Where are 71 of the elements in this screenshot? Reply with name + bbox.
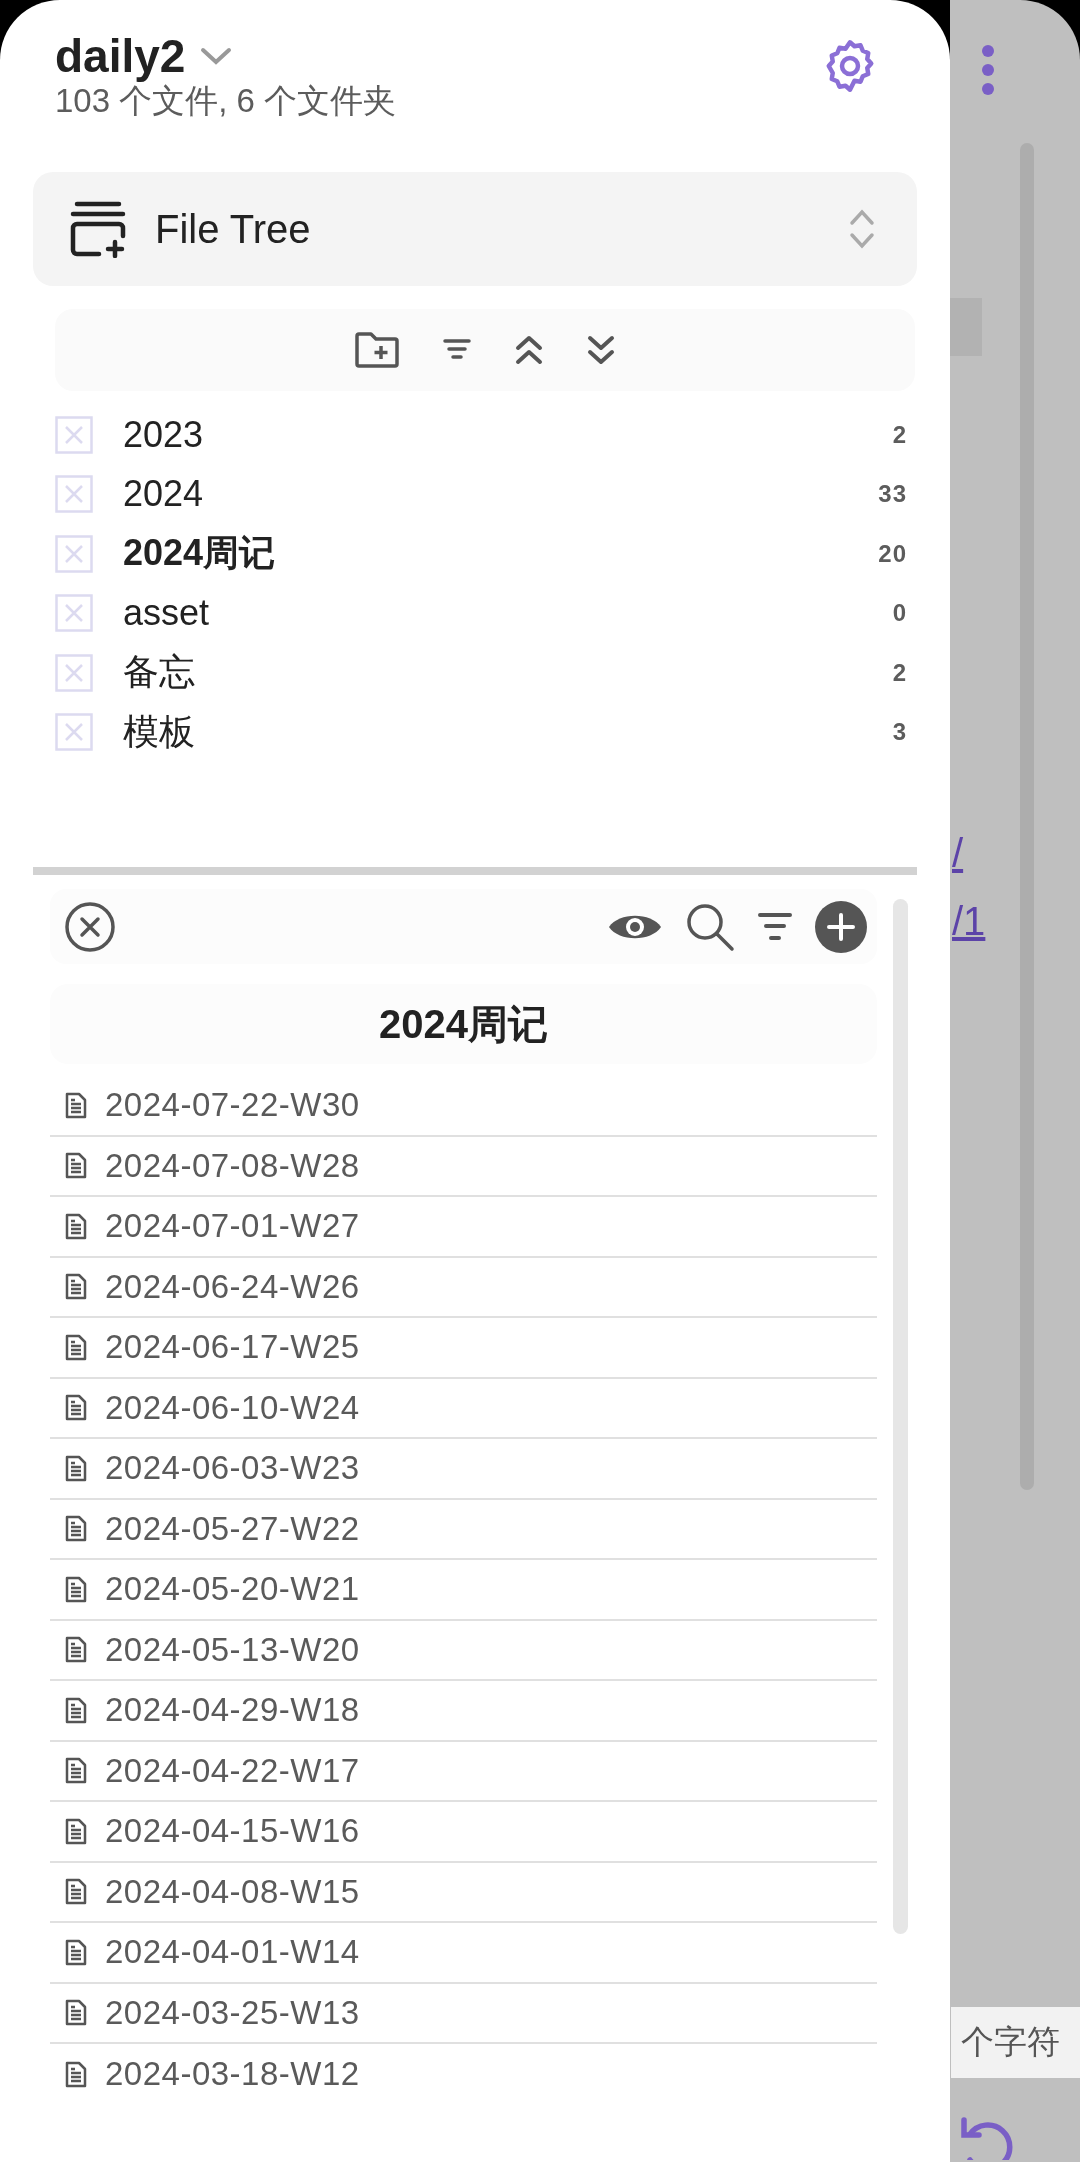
scrollbar[interactable] — [893, 899, 908, 1934]
file-icon — [65, 1091, 87, 1119]
file-icon — [65, 1454, 87, 1482]
file-name[interactable]: 2024-06-24-W26 — [105, 1267, 360, 1306]
file-name[interactable]: 2024-04-22-W17 — [105, 1751, 360, 1790]
file-count: 0 — [892, 599, 907, 628]
chevron-down-icon[interactable] — [199, 45, 234, 67]
expand-all-icon[interactable] — [586, 334, 616, 366]
file-icon — [65, 1273, 87, 1301]
file-name[interactable]: 2024-05-13-W20 — [105, 1630, 360, 1669]
folder-name[interactable]: 模板 — [123, 707, 893, 757]
view-selector[interactable]: File Tree — [33, 172, 917, 286]
file-name[interactable]: 2024-04-15-W16 — [105, 1812, 360, 1851]
link[interactable]: / — [952, 825, 988, 881]
file-icon — [65, 1696, 87, 1724]
file-count: 20 — [878, 539, 907, 568]
file-count: 33 — [878, 480, 907, 509]
file-icon — [65, 1878, 87, 1906]
file-icon — [65, 1152, 87, 1180]
file-icon — [65, 1636, 87, 1664]
file-icon — [65, 1394, 87, 1422]
file-name[interactable]: 2024-07-22-W30 — [105, 1086, 360, 1125]
file-name[interactable]: 2024-06-03-W23 — [105, 1449, 360, 1488]
file-name[interactable]: 2024-03-25-W13 — [105, 1993, 360, 2032]
broken-image-icon — [55, 534, 93, 573]
file-name[interactable]: 2024-04-29-W18 — [105, 1691, 360, 1730]
file-icon — [65, 1817, 87, 1845]
add-icon[interactable] — [815, 900, 867, 953]
collapse-all-icon[interactable] — [514, 334, 544, 366]
file-name[interactable]: 2024-04-01-W14 — [105, 1933, 360, 1972]
file-icon — [65, 1575, 87, 1603]
file-name[interactable]: 2024-05-27-W22 — [105, 1509, 360, 1548]
file-name[interactable]: 2024-06-10-W24 — [105, 1388, 360, 1427]
vault-stats: 103 个文件, 6 个文件夹 — [55, 82, 397, 119]
file-name[interactable]: 2024-06-17-W25 — [105, 1328, 360, 1367]
folder-name[interactable]: 2024 — [123, 473, 879, 516]
broken-image-icon — [55, 594, 93, 633]
file-name[interactable]: 2024-03-18-W12 — [105, 2055, 360, 2094]
file-icon — [65, 1333, 87, 1361]
file-name[interactable]: 2024-07-08-W28 — [105, 1146, 360, 1185]
file-icon — [65, 1938, 87, 1966]
new-folder-icon[interactable] — [354, 331, 400, 369]
file-name[interactable]: 2024-04-08-W15 — [105, 1872, 360, 1911]
file-count: 3 — [892, 718, 907, 747]
folder-title: 2024周记 — [379, 1000, 548, 1048]
search-icon[interactable] — [685, 901, 735, 952]
file-name[interactable]: 2024-05-20-W21 — [105, 1570, 360, 1609]
folder-name[interactable]: 2024周记 — [123, 529, 879, 579]
text-highlight — [950, 298, 982, 356]
file-icon — [65, 1515, 87, 1543]
folder-name[interactable]: 备忘 — [123, 648, 893, 698]
file-icon — [65, 1999, 87, 2027]
vault-name[interactable]: daily2 — [55, 29, 186, 83]
file-name[interactable]: 2024-07-01-W27 — [105, 1207, 360, 1246]
file-icon — [65, 2060, 87, 2088]
broken-image-icon — [55, 415, 93, 454]
broken-image-icon — [55, 475, 93, 514]
more-options-icon[interactable] — [981, 44, 995, 96]
char-count: 个字符 — [961, 2022, 1060, 2062]
link[interactable]: /1 — [952, 893, 988, 949]
file-count: 2 — [892, 420, 907, 449]
folder-name[interactable]: asset — [123, 592, 893, 635]
resize-handle[interactable] — [33, 867, 917, 875]
close-icon[interactable] — [64, 900, 116, 953]
filter-icon[interactable] — [757, 910, 793, 943]
folder-name[interactable]: 2023 — [123, 413, 893, 456]
file-icon — [65, 1757, 87, 1785]
broken-image-icon — [55, 713, 93, 752]
file-icon — [65, 1212, 87, 1240]
broken-image-icon — [55, 653, 93, 692]
file-count: 2 — [892, 658, 907, 687]
